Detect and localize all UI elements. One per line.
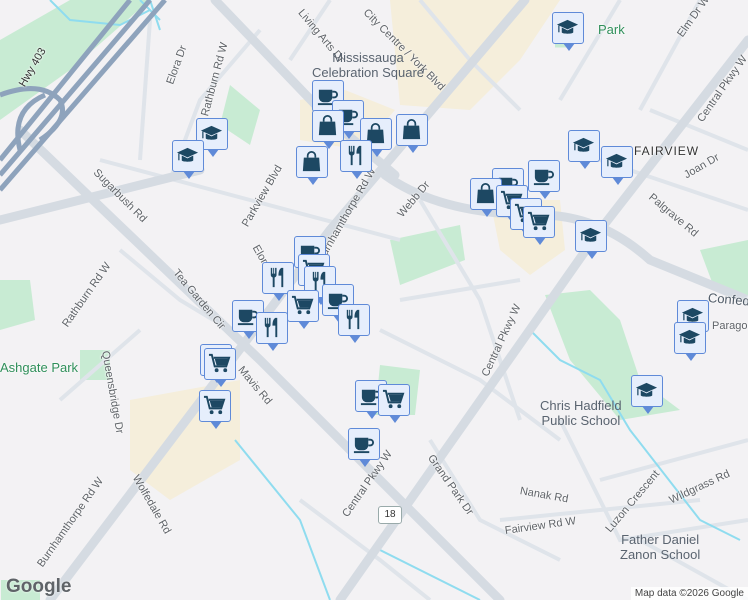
school-marker[interactable] [172,140,204,179]
neighborhood-fairview: FAIRVIEW [634,144,700,158]
place-chris-hadfield[interactable]: Chris Hadfield Public School [540,398,622,428]
shopping-bag-icon [474,182,497,205]
school-marker[interactable] [631,375,663,414]
school-marker[interactable] [552,12,584,51]
coffee-cup-icon [532,164,555,187]
place-father-daniel[interactable]: Father Daniel Zanon School [620,532,700,562]
school-marker[interactable] [568,130,600,169]
place-name-line1: Mississauga [332,50,404,65]
shopping-marker[interactable] [396,114,428,153]
place-name-line1: Chris Hadfield [540,398,622,413]
fork-knife-icon [260,316,283,339]
shopping-bag-icon [316,114,339,137]
graduation-cap-icon [605,150,628,173]
place-celebration-square[interactable]: Mississauga Celebration Square [312,50,424,80]
restaurant-marker[interactable] [338,304,370,343]
cafe-marker[interactable] [528,160,560,199]
shopping-cart-icon [527,210,550,233]
shopping-cart-icon [208,352,231,375]
major-roads [0,0,748,600]
place-name-line1: Father Daniel [621,532,700,547]
graduation-cap-icon [678,326,701,349]
park-top[interactable]: Park [598,22,625,37]
map-canvas[interactable] [0,0,748,600]
shopping-marker[interactable] [296,146,328,185]
fork-knife-icon [266,266,289,289]
google-logo: Google [6,576,72,597]
grocery-marker[interactable] [204,348,236,387]
restaurant-marker[interactable] [256,312,288,351]
grocery-marker[interactable] [199,390,231,429]
graduation-cap-icon [579,224,602,247]
place-name-line2: Celebration Square [312,65,425,80]
grocery-marker[interactable] [287,290,319,329]
road-label-paragon: Paragon Dr [712,320,748,332]
place-name-line2: Zanon School [620,547,701,562]
fork-knife-icon [342,308,365,331]
school-marker[interactable] [601,146,633,185]
graduation-cap-icon [572,134,595,157]
route-18-shield: 18 [378,506,402,524]
shopping-bag-icon [300,150,323,173]
graduation-cap-icon [556,16,579,39]
shopping-bag-icon [400,118,423,141]
shopping-cart-icon [382,388,405,411]
graduation-cap-icon [176,144,199,167]
fork-knife-icon [344,144,367,167]
place-name-line2: Public School [541,413,621,428]
park-ashgate[interactable]: Ashgate Park [0,360,78,375]
school-marker[interactable] [674,322,706,361]
shopping-cart-icon [203,394,226,417]
restaurant-marker[interactable] [340,140,372,179]
school-marker[interactable] [575,220,607,259]
grocery-marker[interactable] [523,206,555,245]
graduation-cap-icon [635,379,658,402]
cafe-marker[interactable] [348,428,380,467]
grocery-marker[interactable] [378,384,410,423]
shopping-cart-icon [291,294,314,317]
parks [0,0,748,600]
map-attribution[interactable]: Map data ©2026 Google [630,587,748,600]
coffee-cup-icon [352,432,375,455]
shopping-marker[interactable] [312,110,344,149]
